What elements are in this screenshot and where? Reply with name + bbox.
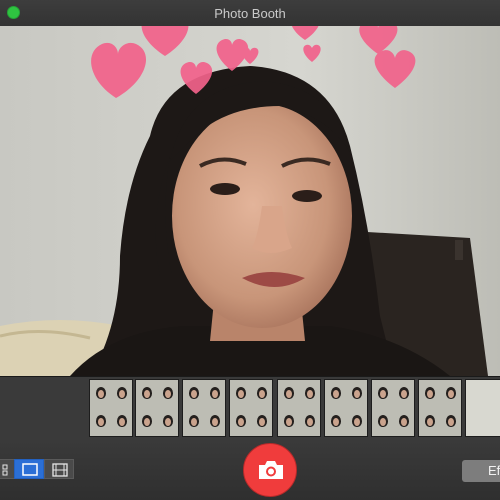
effects-label: Ef — [488, 463, 500, 478]
camera-preview — [0, 26, 500, 376]
take-photo-button[interactable] — [243, 443, 297, 497]
photo-thumbnail[interactable] — [229, 379, 273, 437]
photo-thumbnail[interactable] — [418, 379, 462, 437]
title-bar: Photo Booth — [0, 0, 500, 27]
effects-button[interactable]: Ef — [462, 460, 500, 482]
photo-strip[interactable] — [0, 376, 500, 441]
photo-thumbnail[interactable] — [182, 379, 226, 437]
video-icon — [52, 463, 68, 477]
photo-thumbnail[interactable] — [89, 379, 133, 437]
photo-thumbnail[interactable] — [465, 379, 500, 437]
photo-thumbnail[interactable] — [371, 379, 415, 437]
photo-thumbnail[interactable] — [135, 379, 179, 437]
photo-thumbnail[interactable] — [277, 379, 321, 437]
camera-icon — [259, 461, 283, 479]
window-title: Photo Booth — [214, 6, 286, 21]
video-mode-button[interactable] — [44, 459, 74, 479]
camera-preview-image — [0, 26, 500, 376]
photo-thumbnail[interactable] — [324, 379, 368, 437]
single-photo-icon — [22, 463, 38, 476]
single-photo-mode-button[interactable] — [14, 459, 44, 479]
